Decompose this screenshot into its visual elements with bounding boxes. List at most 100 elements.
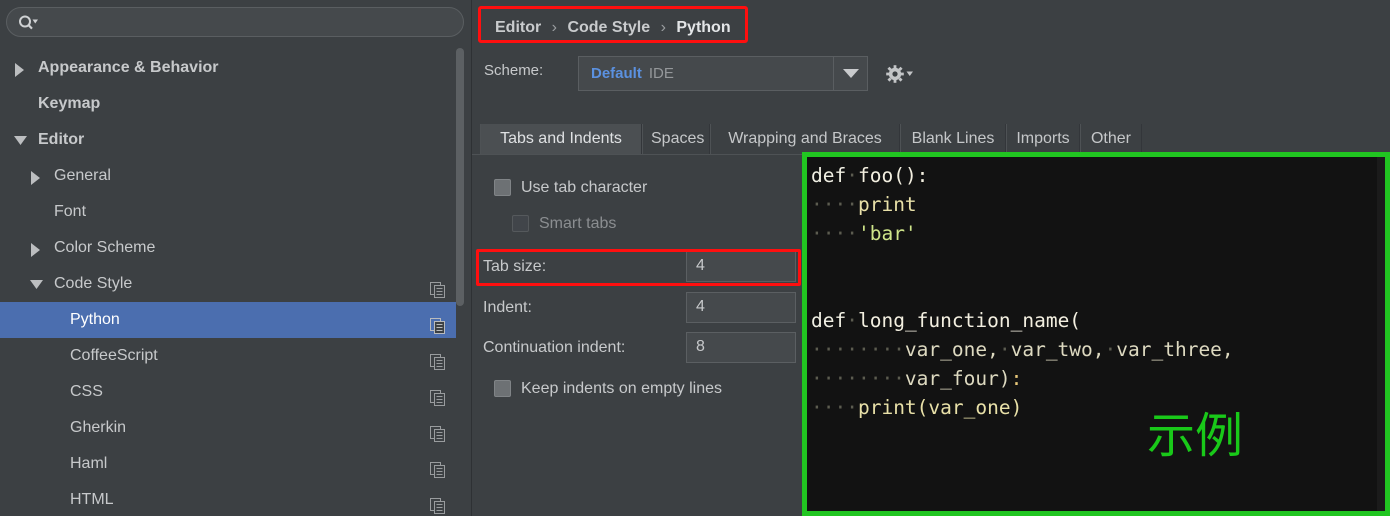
settings-tree[interactable]: Appearance & BehaviorKeymapEditorGeneral… [0, 50, 464, 516]
code-token: · [1105, 338, 1117, 361]
checkbox-box[interactable] [494, 380, 511, 397]
twisty-placeholder [28, 194, 46, 230]
sidebar-item-code-style[interactable]: Code Style [0, 266, 464, 302]
code-preview-scrollbar[interactable] [1377, 157, 1385, 511]
sidebar-item-editor[interactable]: Editor [0, 122, 464, 158]
tab-tabs-and-indents[interactable]: Tabs and Indents [480, 124, 642, 155]
code-token: print [858, 193, 917, 216]
search-icon[interactable] [18, 14, 38, 32]
code-token: · [846, 309, 858, 332]
sidebar-scrollbar-thumb[interactable] [456, 48, 464, 306]
sidebar-item-label: Python [70, 302, 120, 338]
checkbox-label: Use tab character [521, 175, 647, 201]
copy-scheme-icon[interactable] [430, 456, 446, 472]
scheme-value-scope: IDE [642, 65, 674, 82]
code-line: ····'bar' [811, 219, 1377, 248]
field-tab-size: Tab size: 4 [472, 251, 802, 282]
breadcrumb-item-python[interactable]: Python [676, 19, 730, 36]
sidebar-item-coffeescript[interactable]: CoffeeScript [0, 338, 464, 374]
checkbox-label: Smart tabs [539, 211, 616, 237]
sidebar-item-label: Keymap [38, 86, 100, 122]
copy-scheme-icon[interactable] [430, 348, 446, 364]
twisty-placeholder [46, 302, 64, 338]
tab-label: Imports [1016, 130, 1069, 147]
sidebar-item-python[interactable]: Python [0, 302, 464, 338]
tab-label: Spaces [651, 130, 704, 147]
field-label: Tab size: [483, 251, 546, 282]
copy-scheme-icon[interactable] [430, 384, 446, 400]
field-label: Continuation indent: [483, 332, 625, 363]
chevron-right-icon[interactable] [28, 158, 46, 194]
sidebar-item-keymap[interactable]: Keymap [0, 86, 464, 122]
copy-scheme-icon[interactable] [430, 492, 446, 508]
code-line [811, 248, 1377, 277]
sidebar-item-color-scheme[interactable]: Color Scheme [0, 230, 464, 266]
tab-other[interactable]: Other [1080, 124, 1142, 155]
code-token: 'bar' [858, 222, 917, 245]
scheme-dropdown[interactable]: DefaultIDE [578, 56, 868, 91]
field-input[interactable]: 4 [686, 292, 796, 323]
sidebar-item-html[interactable]: HTML [0, 482, 464, 516]
tab-imports[interactable]: Imports [1006, 124, 1080, 155]
code-preview-text: def·foo():····print····'bar' def·long_fu… [811, 161, 1377, 507]
field-input[interactable]: 4 [686, 251, 796, 282]
tab-blank-lines[interactable]: Blank Lines [900, 124, 1006, 155]
chevron-right-icon[interactable] [28, 230, 46, 266]
settings-sidebar: Appearance & BehaviorKeymapEditorGeneral… [0, 0, 472, 516]
checkbox-box [512, 215, 529, 232]
breadcrumb: Editor › Code Style › Python [478, 6, 748, 43]
twisty-placeholder [46, 410, 64, 446]
chevron-down-icon[interactable] [12, 122, 30, 158]
code-token: var_three, [1116, 338, 1233, 361]
field-value: 4 [696, 257, 705, 275]
breadcrumb-item-code-style[interactable]: Code Style [567, 19, 650, 36]
code-line: ········var_one,·var_two,·var_three, [811, 335, 1377, 364]
sidebar-item-appearance-behavior[interactable]: Appearance & Behavior [0, 50, 464, 86]
sidebar-item-general[interactable]: General [0, 158, 464, 194]
sidebar-item-gherkin[interactable]: Gherkin [0, 410, 464, 446]
code-token: def [811, 309, 846, 332]
code-token: var_two, [1011, 338, 1105, 361]
code-token: : [1011, 367, 1023, 390]
field-input[interactable]: 8 [686, 332, 796, 363]
search-input[interactable] [47, 8, 457, 36]
code-token: long_function_name( [858, 309, 1081, 332]
sidebar-item-css[interactable]: CSS [0, 374, 464, 410]
copy-scheme-icon[interactable] [430, 312, 446, 328]
settings-tab-bar[interactable]: Tabs and Indents Spaces Wrapping and Brace… [472, 124, 1390, 155]
scheme-value: DefaultIDE [591, 65, 674, 82]
copy-scheme-icon[interactable] [430, 420, 446, 436]
twisty-placeholder [12, 86, 30, 122]
twisty-placeholder [46, 338, 64, 374]
field-value: 4 [696, 298, 705, 316]
sidebar-item-font[interactable]: Font [0, 194, 464, 230]
code-line: ····print [811, 190, 1377, 219]
checkbox-box[interactable] [494, 179, 511, 196]
breadcrumb-item-editor[interactable]: Editor [495, 19, 541, 36]
sidebar-item-haml[interactable]: Haml [0, 446, 464, 482]
breadcrumb-separator: › [655, 19, 672, 36]
chevron-down-icon[interactable] [833, 57, 867, 90]
sidebar-item-label: Gherkin [70, 410, 126, 446]
scheme-label: Scheme: [484, 62, 543, 79]
sidebar-item-label: General [54, 158, 111, 194]
copy-scheme-icon[interactable] [430, 276, 446, 292]
sidebar-item-label: Appearance & Behavior [38, 50, 219, 86]
code-token: var_one, [905, 338, 999, 361]
settings-content: Editor › Code Style › Python Scheme: Def… [472, 0, 1390, 516]
sidebar-item-label: CSS [70, 374, 103, 410]
code-token: var_four) [905, 367, 1011, 390]
twisty-placeholder [46, 446, 64, 482]
tab-wrapping-and-braces[interactable]: Wrapping and Braces [710, 124, 900, 155]
chevron-down-icon[interactable] [28, 266, 46, 302]
tab-label: Other [1091, 130, 1131, 147]
code-line: def·foo(): [811, 161, 1377, 190]
gear-icon[interactable] [884, 64, 914, 84]
code-token: · [846, 164, 858, 187]
chevron-right-icon[interactable] [12, 50, 30, 86]
field-value: 8 [696, 338, 705, 356]
search-box[interactable] [6, 7, 464, 37]
tab-spaces[interactable]: Spaces [642, 124, 710, 155]
code-line: ····print(var_one) [811, 393, 1377, 422]
tab-label: Wrapping and Braces [728, 130, 882, 147]
